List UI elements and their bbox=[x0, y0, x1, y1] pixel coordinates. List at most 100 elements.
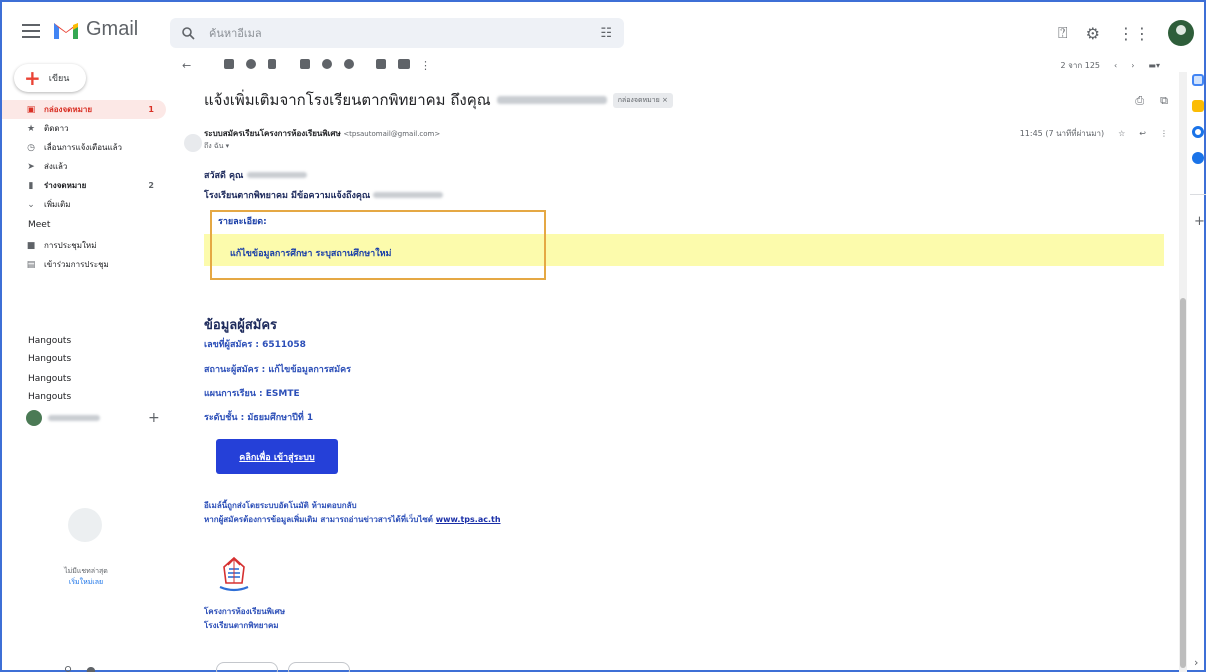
sidebar-item-inbox[interactable]: ▣ กล่องจดหมาย 1 bbox=[2, 100, 166, 119]
keep-icon[interactable] bbox=[1192, 100, 1204, 112]
print-icon[interactable]: ⎙ bbox=[1135, 94, 1144, 108]
hangouts-label[interactable]: Hangouts bbox=[28, 392, 71, 402]
inbox-icon: ▣ bbox=[26, 104, 36, 115]
redacted-name bbox=[496, 96, 607, 104]
compose-button[interactable]: + เขียน bbox=[14, 64, 86, 92]
report-spam-icon[interactable] bbox=[246, 59, 256, 69]
applicant-id: เลขที่ผู้สมัคร : 6511058 bbox=[204, 340, 306, 350]
reply-button[interactable] bbox=[216, 662, 278, 672]
applicant-status: สถานะผู้สมัคร : แก้ไขข้อมูลการสมัคร bbox=[204, 365, 351, 375]
sidebar-item-more[interactable]: ⌄ เพิ่มเติม bbox=[2, 195, 166, 214]
hangouts-label[interactable]: Hangouts bbox=[28, 336, 71, 346]
search-options-icon[interactable]: ☷ bbox=[600, 26, 612, 41]
open-new-window-icon[interactable]: ⧉ bbox=[1160, 94, 1168, 108]
main-menu-icon[interactable] bbox=[22, 24, 40, 38]
search-bar[interactable]: ค้นหาอีเมล ☷ bbox=[170, 18, 624, 48]
snooze-icon[interactable] bbox=[322, 59, 332, 69]
details-heading: รายละเอียด: bbox=[218, 217, 267, 227]
study-plan: แผนการเรียน : ESMTE bbox=[204, 389, 300, 399]
star-icon: ★ bbox=[26, 123, 36, 134]
sidebar-item-starred[interactable]: ★ ติดดาว bbox=[2, 119, 166, 138]
input-tools-icon[interactable]: ▬▾ bbox=[1148, 61, 1160, 70]
email-timestamp: 11:45 (7 นาทีที่ผ่านมา) bbox=[1019, 129, 1105, 138]
archive-icon[interactable] bbox=[224, 59, 234, 69]
auto-email-note: อีเมล์นี้ถูกส่งโดยระบบอัตโนมัติ ห้ามตอบก… bbox=[204, 501, 357, 510]
older-icon[interactable]: › bbox=[1131, 61, 1134, 70]
message-toolbar: ← ⋮ 2 จาก 125 ‹ › ▬▾ bbox=[180, 54, 1170, 76]
send-icon: ➤ bbox=[27, 161, 35, 172]
mark-unread-icon[interactable] bbox=[300, 59, 310, 69]
move-to-icon[interactable] bbox=[376, 59, 386, 69]
sidebar-item-new-meeting[interactable]: ■ การประชุมใหม่ bbox=[2, 236, 166, 255]
sender-name[interactable]: ระบบสมัครเรียนโครงการห้องเรียนพิเศษ bbox=[204, 129, 341, 138]
start-chat-link[interactable]: เริ่มใหม่เลย bbox=[2, 577, 170, 588]
intro-line: โรงเรียนตากพิทยาคม มีข้อความแจ้งถึงคุณ bbox=[204, 188, 444, 202]
scroll-thumb[interactable] bbox=[1180, 298, 1186, 668]
show-side-panel-icon[interactable]: › bbox=[1194, 656, 1198, 669]
sidebar-item-drafts[interactable]: ▮ ร่างจดหมาย 2 bbox=[2, 176, 166, 195]
side-panel-rail: + › bbox=[1190, 64, 1206, 672]
chevron-down-icon: ⌄ bbox=[27, 199, 35, 210]
avatar bbox=[26, 410, 42, 426]
subject-text: แจ้งเพิ่มเติมจากโรงเรียนตากพิทยาคม ถึงคุ… bbox=[204, 91, 491, 109]
chat-icon[interactable]: ● bbox=[86, 664, 96, 672]
sender-avatar bbox=[184, 134, 202, 152]
rail-divider bbox=[1190, 194, 1206, 195]
draft-count: 2 bbox=[148, 181, 154, 190]
greeting-text: สวัสดี คุณ bbox=[204, 171, 244, 181]
sidebar-item-snoozed[interactable]: ◷ เลื่อนการแจ้งเตือนแล้ว bbox=[2, 138, 166, 157]
settings-icon[interactable]: ⚙ bbox=[1086, 24, 1100, 43]
sidebar-item-label: เลื่อนการแจ้งเตือนแล้ว bbox=[44, 143, 123, 152]
delete-icon[interactable] bbox=[268, 59, 276, 69]
intro-text: โรงเรียนตากพิทยาคม มีข้อความแจ้งถึงคุณ bbox=[204, 191, 371, 201]
recipient-dropdown[interactable]: ถึง ฉัน ▾ bbox=[204, 141, 229, 152]
sidebar-item-label: ส่งแล้ว bbox=[44, 162, 68, 171]
sidebar-item-sent[interactable]: ➤ ส่งแล้ว bbox=[2, 157, 166, 176]
website-link[interactable]: www.tps.ac.th bbox=[436, 515, 501, 524]
app-name: Gmail bbox=[86, 18, 139, 40]
reply-icon[interactable]: ↩ bbox=[1139, 129, 1146, 138]
draft-icon: ▮ bbox=[28, 180, 34, 191]
no-chat-text: ไม่มีแชทล่าสุด bbox=[64, 567, 108, 575]
gmail-logo[interactable]: Gmail bbox=[52, 18, 138, 41]
apps-icon[interactable]: ⋮⋮ bbox=[1118, 24, 1150, 43]
redacted-name bbox=[246, 172, 307, 178]
back-arrow-icon[interactable]: ← bbox=[182, 59, 191, 72]
person-icon[interactable]: ⚲ bbox=[64, 664, 72, 672]
add-chat-icon[interactable]: + bbox=[148, 410, 160, 426]
search-icon[interactable] bbox=[182, 26, 195, 40]
account-avatar[interactable] bbox=[1168, 20, 1194, 46]
sidebar-item-label: ร่างจดหมาย bbox=[44, 181, 87, 190]
clock-icon: ◷ bbox=[27, 142, 35, 153]
sidebar-item-label: เพิ่มเติม bbox=[44, 200, 71, 209]
hangouts-user[interactable] bbox=[26, 410, 100, 426]
hangouts-label[interactable]: Hangouts bbox=[28, 354, 71, 364]
calendar-icon[interactable] bbox=[1192, 74, 1204, 86]
left-sidebar: + เขียน ▣ กล่องจดหมาย 1 ★ ติดดาว ◷ เลื่อ… bbox=[2, 64, 170, 672]
contacts-icon[interactable] bbox=[1192, 152, 1204, 164]
login-button[interactable]: คลิกเพื่อ เข้าสู่ระบบ bbox=[216, 439, 338, 474]
add-task-icon[interactable] bbox=[344, 59, 354, 69]
content-scrollbar[interactable] bbox=[1179, 72, 1187, 672]
forward-button[interactable] bbox=[288, 662, 350, 672]
email-subject: แจ้งเพิ่มเติมจากโรงเรียนตากพิทยาคม ถึงคุ… bbox=[204, 88, 673, 112]
org-line-1: โครงการห้องเรียนพิเศษ bbox=[204, 607, 286, 616]
newer-icon[interactable]: ‹ bbox=[1114, 61, 1117, 70]
keyboard-icon: ▤ bbox=[26, 259, 36, 270]
more-options-icon[interactable]: ⋮ bbox=[420, 59, 431, 72]
more-icon[interactable]: ⋮ bbox=[1160, 129, 1168, 138]
help-icon[interactable]: ⍰ bbox=[1058, 23, 1068, 43]
meet-heading: Meet bbox=[28, 220, 51, 230]
sidebar-item-label: ติดดาว bbox=[44, 124, 69, 133]
more-info-note: หากผู้สมัครต้องการข้อมูลเพิ่มเติม สามารถ… bbox=[204, 513, 501, 526]
label-icon[interactable] bbox=[398, 59, 410, 69]
hangouts-label[interactable]: Hangouts bbox=[28, 374, 71, 384]
sidebar-item-join-meeting[interactable]: ▤ เข้าร่วมการประชุม bbox=[2, 255, 166, 274]
applicant-heading: ข้อมูลผู้สมัคร bbox=[204, 318, 278, 333]
get-addons-icon[interactable]: + bbox=[1194, 214, 1205, 229]
star-icon[interactable]: ☆ bbox=[1118, 129, 1125, 138]
gmail-m-icon bbox=[54, 22, 78, 39]
org-line-2: โรงเรียนตากพิทยาคม bbox=[204, 621, 279, 630]
inbox-label-chip[interactable]: กล่องจดหมาย × bbox=[612, 92, 673, 108]
tasks-icon[interactable] bbox=[1192, 126, 1204, 138]
